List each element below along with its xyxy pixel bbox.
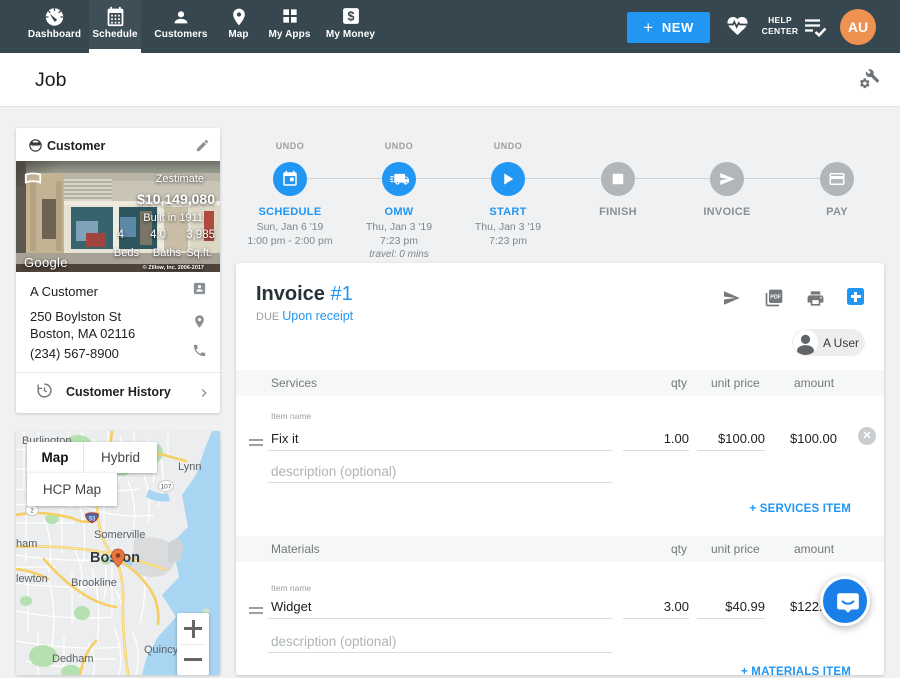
- svg-text:Quincy: Quincy: [144, 644, 179, 656]
- svg-text:ham: ham: [16, 538, 37, 550]
- svg-text:2: 2: [30, 508, 34, 515]
- svg-text:Lynn: Lynn: [178, 461, 201, 473]
- svg-text:Brookline: Brookline: [71, 577, 117, 589]
- svg-text:Somerville: Somerville: [94, 529, 145, 541]
- svg-text:93: 93: [89, 517, 96, 523]
- svg-text:lewton: lewton: [16, 573, 48, 585]
- svg-text:Dedham: Dedham: [52, 653, 94, 665]
- svg-text:$: $: [347, 10, 354, 24]
- svg-text:PDF: PDF: [770, 294, 782, 300]
- svg-text:107: 107: [161, 484, 172, 491]
